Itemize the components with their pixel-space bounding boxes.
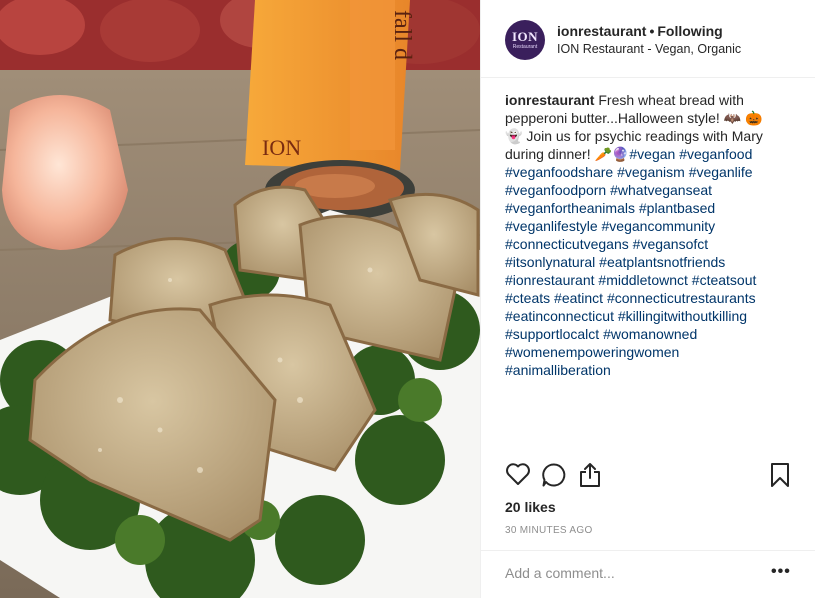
hashtag-link[interactable]: #veganfoodshare <box>505 164 613 180</box>
action-bar <box>481 454 815 494</box>
more-options-icon[interactable]: ••• <box>771 563 791 581</box>
hashtag-link[interactable]: #vegan <box>629 146 675 162</box>
hashtag-link[interactable]: #vegansofct <box>633 236 709 252</box>
avatar-logo-text: ION <box>511 29 539 44</box>
caption-username[interactable]: ionrestaurant <box>505 92 594 108</box>
hashtag-link[interactable]: #veganfood <box>679 146 752 162</box>
hashtag-link[interactable]: #womenempoweringwomen <box>505 344 679 360</box>
avatar[interactable]: ION Restaurant <box>505 20 545 60</box>
food-photo-illustration: ION fall d <box>0 0 480 598</box>
hashtag-link[interactable]: #veganfoodporn <box>505 182 606 198</box>
post-photo[interactable]: ION fall d <box>0 0 480 598</box>
hashtag-link[interactable]: #animalliberation <box>505 362 611 378</box>
following-button[interactable]: Following <box>657 23 722 39</box>
hashtag-link[interactable]: #veganfortheanimals <box>505 200 635 216</box>
post-sidebar: ION Restaurant ionrestaurant • Following I… <box>480 0 815 598</box>
hashtag-link[interactable]: #connecticutrestaurants <box>607 290 756 306</box>
hashtag-link[interactable]: #whatveganseat <box>610 182 712 198</box>
hashtag-link[interactable]: #killingitwithoutkilling <box>618 308 747 324</box>
hashtag-link[interactable]: #supportlocalct <box>505 326 599 342</box>
bookmark-icon[interactable] <box>769 462 791 493</box>
header-username[interactable]: ionrestaurant <box>557 23 646 39</box>
hashtag-link[interactable]: #veganlifestyle <box>505 218 598 234</box>
post-timestamp[interactable]: 30 MINUTES AGO <box>505 525 593 536</box>
comment-icon[interactable] <box>541 462 567 493</box>
share-icon[interactable] <box>578 462 602 493</box>
hashtag-link[interactable]: #eatplantsnotfriends <box>599 254 725 270</box>
post-header: ION Restaurant ionrestaurant • Following I… <box>481 0 815 78</box>
comment-box: ••• <box>481 550 815 598</box>
hashtag-link[interactable]: #veganlife <box>689 164 753 180</box>
hashtag-link[interactable]: #vegancommunity <box>602 218 716 234</box>
hashtag-list: #vegan #veganfood #veganfoodshare #vegan… <box>505 146 756 378</box>
hashtag-link[interactable]: #womanowned <box>603 326 697 342</box>
comment-input[interactable] <box>505 563 755 583</box>
avatar-subtext: Restaurant <box>512 44 538 50</box>
hashtag-link[interactable]: #eatinconnecticut <box>505 308 614 324</box>
instagram-post: ION fall d ION Restaurant ionrestaurant … <box>0 0 815 598</box>
hashtag-link[interactable]: #connecticutvegans <box>505 236 629 252</box>
hashtag-link[interactable]: #eatinct <box>554 290 603 306</box>
hashtag-link[interactable]: #veganism <box>617 164 685 180</box>
hashtag-link[interactable]: #middletownct <box>598 272 688 288</box>
menu-side-text: fall d <box>389 10 415 60</box>
header-username-line: ionrestaurant • Following <box>557 23 723 39</box>
like-count[interactable]: 20 likes <box>505 499 556 515</box>
menu-logo-text: ION <box>262 135 301 160</box>
heart-icon[interactable] <box>505 462 531 491</box>
caption: ionrestaurant Fresh wheat bread with pep… <box>505 91 783 379</box>
separator-dot: • <box>649 23 655 39</box>
hashtag-link[interactable]: #plantbased <box>639 200 715 216</box>
hashtag-link[interactable]: #itsonlynatural <box>505 254 595 270</box>
hashtag-link[interactable]: #ionrestaurant <box>505 272 595 288</box>
hashtag-link[interactable]: #cteats <box>505 290 550 306</box>
location-link[interactable]: ION Restaurant - Vegan, Organic <box>557 42 741 56</box>
hashtag-link[interactable]: #cteatsout <box>692 272 757 288</box>
